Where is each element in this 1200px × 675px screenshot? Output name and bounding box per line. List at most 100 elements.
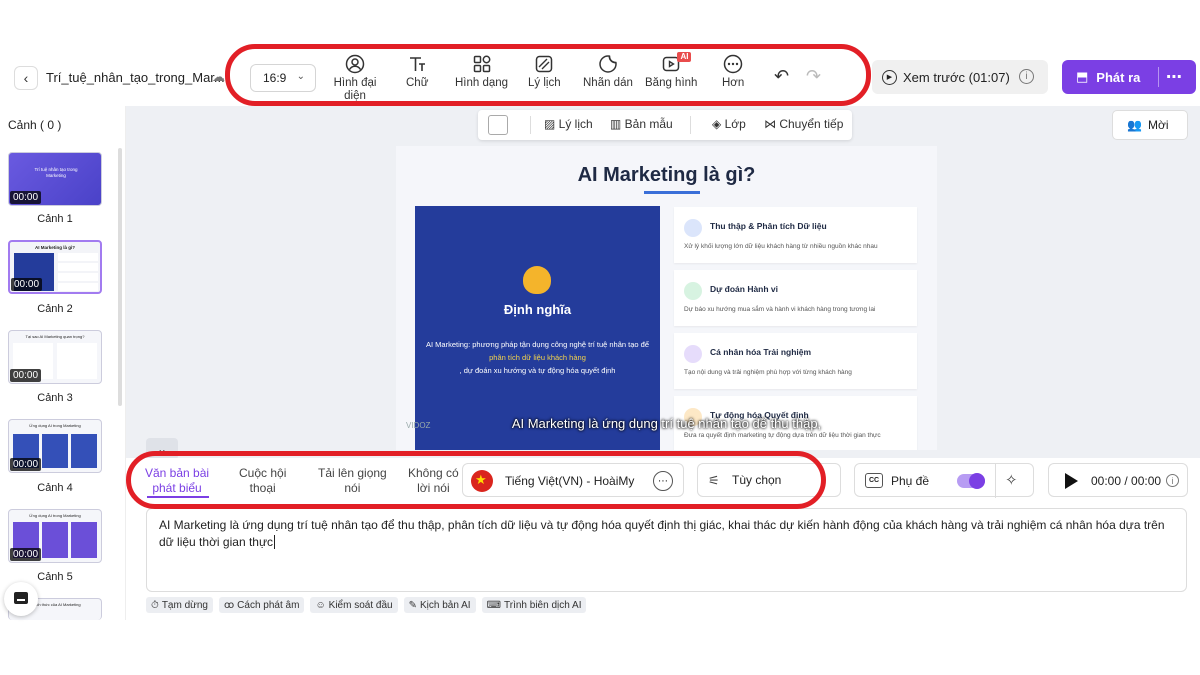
- feature-card[interactable]: Dự đoán Hành vi Dự báo xu hướng mua sắm …: [674, 270, 917, 326]
- highlight-ring-tabs: [126, 451, 826, 509]
- feature-desc: Dự báo xu hướng mua sắm và hành vi khách…: [684, 306, 876, 313]
- definition-card[interactable]: Định nghĩa AI Marketing: phương pháp tận…: [415, 206, 660, 450]
- chip-label: Kịch bản AI: [419, 599, 471, 611]
- scene-thumb-title: Ứng dụng AI trong Marketing: [29, 423, 81, 428]
- title-underline: [644, 191, 700, 194]
- preview-button[interactable]: ▶ Xem trước (01:07) i: [872, 60, 1048, 94]
- template-button[interactable]: ▥ Bản mẫu: [610, 117, 673, 131]
- scene-time: 00:00: [10, 191, 42, 204]
- scene-thumb-4[interactable]: Ứng dụng AI trong Marketing 00:00: [8, 419, 102, 473]
- toolbar-divider: [690, 116, 691, 134]
- text-cursor: [274, 535, 275, 549]
- back-button[interactable]: ‹: [14, 66, 38, 90]
- feature-card[interactable]: Cá nhân hóa Trải nghiệm Tạo nội dung và …: [674, 333, 917, 389]
- script-tools: ⏱ Tạm dừng ꝏ Cách phát âm ☺ Kiểm soát đầu ✎…: [146, 597, 587, 613]
- info-icon[interactable]: i: [1166, 474, 1179, 487]
- chip-label: Cách phát âm: [237, 599, 300, 611]
- script-textarea[interactable]: AI Marketing là ứng dụng trí tuệ nhân tạ…: [146, 508, 1187, 592]
- scene-time: 00:00: [10, 369, 42, 382]
- add-user-icon: 👥: [1127, 118, 1142, 132]
- preview-label: Xem trước (01:07): [903, 69, 1010, 85]
- chip-label: Trình biên dịch AI: [504, 599, 582, 611]
- face-icon: ☺: [315, 599, 326, 611]
- database-icon: [684, 219, 702, 237]
- feature-desc: Đưa ra quyết định marketing tự động dựa …: [684, 432, 881, 439]
- info-icon[interactable]: i: [1019, 69, 1034, 84]
- feature-desc: Tạo nội dung và trải nghiệm phù hợp với …: [684, 369, 852, 376]
- pause-chip[interactable]: ⏱ Tạm dừng: [146, 597, 213, 613]
- subtitle-overlay: AI Marketing là ứng dụng trí tuệ nhân tạ…: [511, 416, 822, 431]
- invite-button[interactable]: 👥 Mời: [1112, 110, 1188, 140]
- layer-label: Lớp: [724, 117, 746, 131]
- template-icon: ▥: [610, 117, 625, 131]
- scene-thumb-1[interactable]: Trí tuệ nhân tạo trong Marketing 00:00: [8, 152, 102, 206]
- translate-icon: ⌨: [486, 599, 502, 611]
- head-control-chip[interactable]: ☺ Kiểm soát đầu: [310, 597, 398, 613]
- slide-preview[interactable]: AI Marketing là gì? Định nghĩa AI Market…: [396, 146, 937, 450]
- scene-label: Cảnh 2: [37, 303, 73, 315]
- scenes-title: Cảnh ( 0 ): [8, 118, 62, 132]
- canvas-background-button[interactable]: ▨ Lý lịch: [544, 117, 593, 131]
- magic-wand-icon: ✎: [408, 599, 417, 611]
- scene-thumb-2[interactable]: AI Marketing là gì? 00:00: [8, 240, 102, 294]
- definition-title: Định nghĩa: [503, 302, 572, 317]
- feature-title: Dự đoán Hành vi: [710, 284, 779, 294]
- scene-time: 00:00: [11, 278, 43, 291]
- cloud-sync-icon: ☁: [212, 69, 225, 84]
- player-time: 00:00 / 00:00: [1091, 474, 1162, 488]
- scenes-scrollbar[interactable]: [118, 148, 122, 406]
- pronunciation-chip[interactable]: ꝏ Cách phát âm: [218, 597, 305, 613]
- scene-thumb-title: Ứng dụng AI trong Marketing: [29, 513, 81, 518]
- publish-more-icon[interactable]: ⋯: [1166, 67, 1183, 87]
- definition-line: AI Marketing: phương pháp tận dụng công …: [425, 340, 649, 349]
- scene-thumb-title: Tại sao AI Marketing quan trọng?: [25, 334, 85, 339]
- publish-label: Phát ra: [1096, 69, 1141, 85]
- publish-button[interactable]: ⬒ Phát ra ⋯: [1062, 60, 1196, 94]
- scene-time: 00:00: [10, 458, 42, 471]
- subtitle-label: Phụ đề: [891, 474, 930, 488]
- subtitle-toggle[interactable]: [957, 473, 985, 489]
- feature-card[interactable]: Thu thập & Phân tích Dữ liệu Xử lý khối …: [674, 207, 917, 263]
- pronunciation-icon: ꝏ: [223, 599, 235, 611]
- definition-text: AI Marketing: phương pháp tận dụng công …: [425, 338, 650, 377]
- publish-divider: [1158, 67, 1159, 87]
- scene-thumb-5[interactable]: Ứng dụng AI trong Marketing 00:00: [8, 509, 102, 563]
- timer-icon: ⏱: [151, 599, 159, 611]
- play-circle-icon: ▶: [882, 69, 897, 85]
- user-icon: [684, 345, 702, 363]
- project-title[interactable]: Trí_tuệ_nhân_tạo_trong_Mar...: [46, 70, 225, 85]
- chip-label: Tạm dừng: [161, 599, 208, 611]
- ai-translator-chip[interactable]: ⌨ Trình biên dịch AI: [481, 597, 587, 613]
- scene-thumb-3[interactable]: Tại sao AI Marketing quan trọng? 00:00: [8, 330, 102, 384]
- scene-label: Cảnh 4: [37, 482, 73, 494]
- scene-thumb-list: [58, 253, 98, 291]
- chevron-left-icon: ‹: [23, 70, 29, 86]
- script-text: AI Marketing là ứng dụng trí tuệ nhân tạ…: [159, 518, 1165, 549]
- video-editor-app: ‹ Trí_tuệ_nhân_tạo_trong_Mar... ☁ 16:9 ⌄…: [0, 0, 1200, 675]
- definition-line-highlight: phân tích dữ liệu khách hàng: [489, 353, 586, 362]
- scene-time: 00:00: [10, 548, 42, 561]
- canvas-toolbar: ▨ Lý lịch ▥ Bản mẫu ◈ Lớp ⋈ Chuyển tiếp: [478, 110, 852, 140]
- toolbar-divider: [530, 116, 531, 134]
- transition-button[interactable]: ⋈ Chuyển tiếp: [764, 117, 843, 131]
- layer-button[interactable]: ◈ Lớp: [712, 117, 746, 131]
- ai-script-chip[interactable]: ✎ Kịch bản AI: [403, 597, 476, 613]
- color-swatch[interactable]: [488, 115, 508, 135]
- play-icon[interactable]: [1065, 473, 1078, 489]
- canvas-background-label: Lý lịch: [558, 117, 593, 131]
- scene-label: Cảnh 3: [37, 392, 73, 404]
- brain-icon: [523, 266, 551, 294]
- transition-label: Chuyển tiếp: [779, 117, 844, 131]
- chat-button[interactable]: [4, 582, 38, 616]
- pin-icon[interactable]: ✧: [1005, 471, 1018, 489]
- publish-icon: ⬒: [1076, 69, 1089, 84]
- scene-thumb-title: Trí tuệ nhân tạo trong Marketing: [34, 167, 78, 178]
- scene-thumb-title: AI Marketing là gì?: [34, 245, 75, 250]
- highlight-ring-toolbar: [225, 44, 871, 106]
- template-label: Bản mẫu: [624, 117, 673, 131]
- subtitle-control: CC Phụ đề ✧: [854, 463, 1034, 498]
- slide-title[interactable]: AI Marketing là gì?: [396, 164, 937, 187]
- feature-title: Thu thập & Phân tích Dữ liệu: [710, 221, 827, 231]
- scene-label: Cảnh 1: [37, 213, 73, 225]
- chat-icon: [14, 592, 28, 604]
